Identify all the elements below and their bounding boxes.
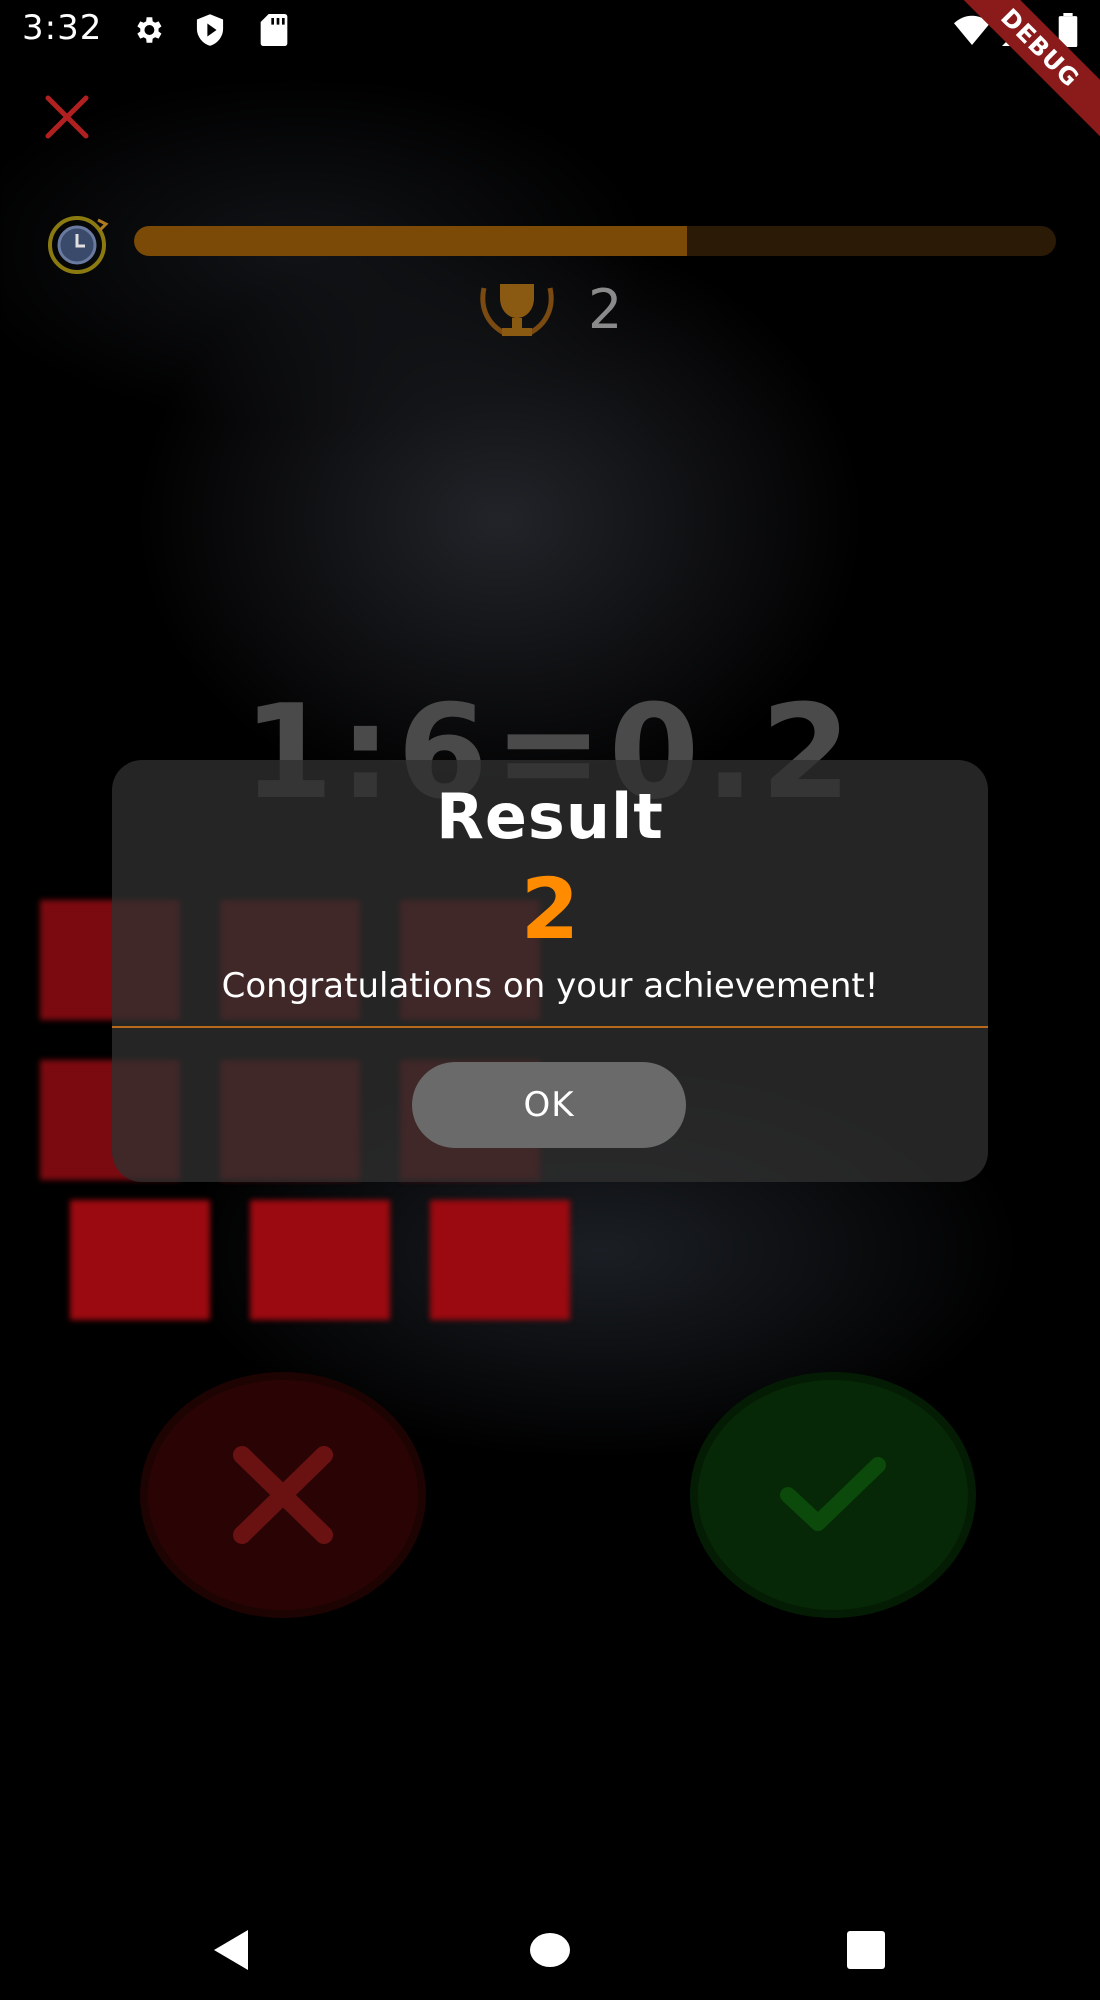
dialog-divider (112, 1026, 988, 1028)
correct-answer-button[interactable] (690, 1372, 976, 1618)
back-icon (214, 1930, 248, 1970)
status-time: 3:32 (22, 8, 103, 48)
dialog-message: Congratulations on your achievement! (221, 966, 879, 1006)
time-progress-bar (134, 226, 1056, 256)
home-button[interactable] (520, 1920, 580, 1980)
dialog-title: Result (436, 780, 664, 853)
recents-button[interactable] (836, 1920, 896, 1980)
gear-icon (130, 12, 166, 48)
ok-button[interactable]: OK (412, 1062, 686, 1148)
trophy-icon (470, 278, 564, 342)
status-bar: 3:32 DEBUG (0, 0, 1100, 155)
timer-icon (44, 212, 114, 274)
check-icon (780, 1457, 886, 1531)
result-dialog: Result 2 Congratulations on your achieve… (112, 760, 988, 1182)
grid-tile (70, 1200, 210, 1320)
home-icon (530, 1933, 570, 1967)
back-button[interactable] (200, 1920, 260, 1980)
score-value: 2 (588, 278, 623, 341)
close-icon (45, 95, 89, 139)
close-button[interactable] (42, 92, 92, 142)
sd-card-icon (256, 12, 292, 48)
play-protect-icon (192, 12, 228, 48)
navigation-bar (0, 1900, 1100, 2000)
grid-tile (430, 1200, 570, 1320)
result-value: 2 (520, 860, 580, 958)
grid-tile (250, 1200, 390, 1320)
score-display: 2 (470, 278, 650, 348)
time-progress-fill (134, 226, 688, 256)
x-icon (233, 1446, 333, 1544)
recents-icon (847, 1931, 885, 1969)
wrong-answer-button[interactable] (140, 1372, 426, 1618)
